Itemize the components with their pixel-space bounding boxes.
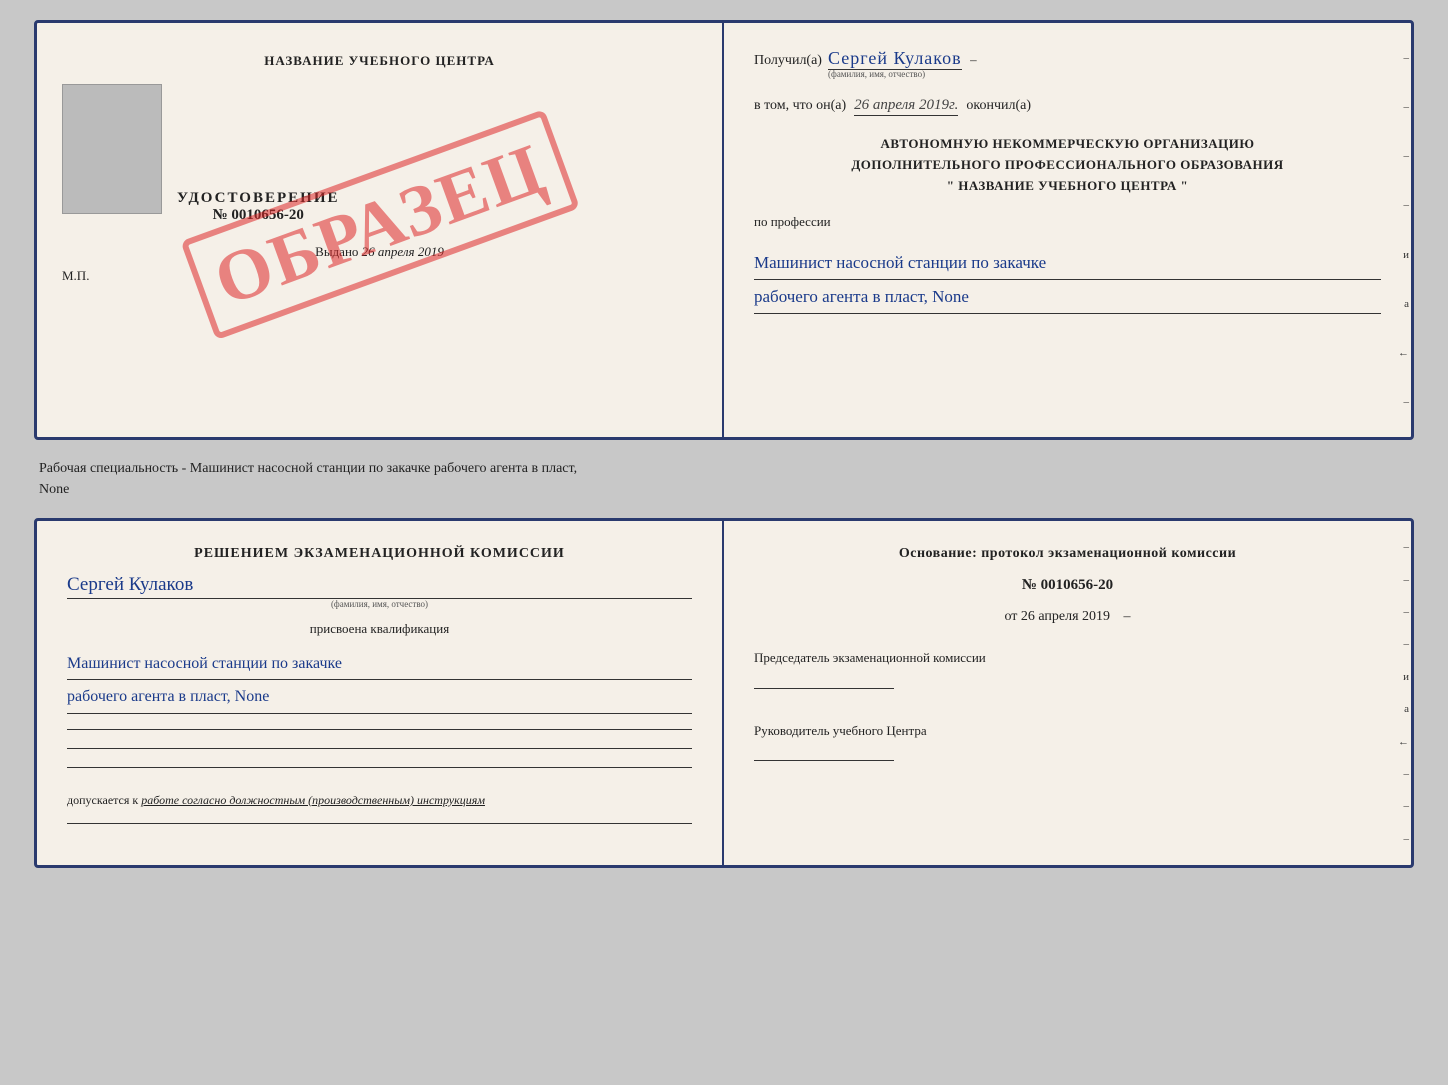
cert-right-panel: Получил(а) Сергей Кулаков – (фамилия, им…: [724, 23, 1411, 437]
vtom-label: в том, что он(а): [754, 98, 846, 114]
bot-profession-line2: рабочего агента в пласт, None: [67, 682, 692, 713]
profession-line2-top: рабочего агента в пласт, None: [754, 282, 1381, 314]
ot-date: от 26 апреля 2019 –: [754, 609, 1381, 625]
predsedatel-block: Председатель экзаменационной комиссии: [754, 648, 1381, 696]
profession-line1-top: Машинист насосной станции по закачке: [754, 248, 1381, 280]
bot-line4: [67, 823, 692, 824]
bot-recipient-name: Сергей Кулаков: [67, 574, 692, 599]
vtom-row: в том, что он(а) 26 апреля 2019г. окончи…: [754, 97, 1381, 116]
familiya-hint-top: (фамилия, имя, отчество): [828, 69, 1381, 79]
po-professii-label: по профессии: [754, 214, 1381, 230]
protocol-number: № 0010656-20: [754, 577, 1381, 594]
middle-text-content: Рабочая специальность - Машинист насосно…: [39, 461, 577, 497]
cert-left-panel: НАЗВАНИЕ УЧЕБНОГО ЦЕНТРА УДОСТОВЕРЕНИЕ №…: [37, 23, 724, 437]
profession-lines-bot: Машинист насосной станции по закачке раб…: [67, 649, 692, 714]
rukovoditel-signature-line: [754, 760, 894, 761]
resheniem-title: Решением экзаменационной комиссии: [67, 546, 692, 562]
vtom-date: 26 апреля 2019г.: [854, 97, 958, 116]
bot-dash-right: –: [1124, 609, 1131, 624]
rukovoditel-label: Руководитель учебного Центра: [754, 721, 1381, 742]
poluchil-row: Получил(а) Сергей Кулаков – (фамилия, им…: [754, 48, 1381, 79]
prisvoena-text: присвоена квалификация: [67, 621, 692, 637]
avt-title1: АВТОНОМНУЮ НЕКОММЕРЧЕСКУЮ ОРГАНИЗАЦИЮ: [754, 134, 1381, 155]
bot-line3: [67, 767, 692, 768]
bot-familiya-hint: (фамилия, имя, отчество): [67, 599, 692, 609]
right-margin-lines: – – – – и а ← –: [1391, 23, 1411, 437]
bot-date: 26 апреля 2019: [1021, 609, 1110, 624]
ot-label: от: [1004, 609, 1017, 624]
okonchil-label: окончил(а): [966, 98, 1031, 114]
right-bot-margin: – – – – и а ← – – –: [1391, 521, 1411, 865]
rukovoditel-block: Руководитель учебного Центра: [754, 721, 1381, 769]
bot-left-panel: Решением экзаменационной комиссии Сергей…: [37, 521, 724, 865]
certificate-bottom: Решением экзаменационной комиссии Сергей…: [34, 518, 1414, 868]
udostoverenie-number: № 0010656-20: [177, 207, 340, 224]
predsedatel-label: Председатель экзаменационной комиссии: [754, 648, 1381, 669]
dopuskaetsya-label: допускается к: [67, 793, 138, 807]
bot-line2: [67, 748, 692, 749]
certificate-top: НАЗВАНИЕ УЧЕБНОГО ЦЕНТРА УДОСТОВЕРЕНИЕ №…: [34, 20, 1414, 440]
vydano-row: Выдано 26 апреля 2019: [315, 244, 444, 260]
bot-name-block: Сергей Кулаков (фамилия, имя, отчество): [67, 574, 692, 609]
predsedatel-signature-line: [754, 688, 894, 689]
avt-block: АВТОНОМНУЮ НЕКОММЕРЧЕСКУЮ ОРГАНИЗАЦИЮ ДО…: [754, 134, 1381, 196]
cert-school-title: НАЗВАНИЕ УЧЕБНОГО ЦЕНТРА: [264, 53, 495, 69]
profession-lines-top: Машинист насосной станции по закачке раб…: [754, 248, 1381, 313]
dash-right-1: –: [970, 52, 977, 67]
osnovanie-title: Основание: протокол экзаменационной коми…: [754, 546, 1381, 562]
vydano-date: 26 апреля 2019: [362, 244, 444, 259]
dopuskaetsya-val: работе согласно должностным (производств…: [141, 793, 485, 807]
bot-line1: [67, 729, 692, 730]
bot-profession-line1: Машинист насосной станции по закачке: [67, 649, 692, 680]
udostoverenie-block: УДОСТОВЕРЕНИЕ № 0010656-20: [177, 190, 340, 224]
poluchil-label: Получил(а): [754, 53, 822, 69]
vydano-label: Выдано: [315, 244, 358, 259]
recipient-name: Сергей Кулаков: [828, 48, 962, 70]
middle-text: Рабочая специальность - Машинист насосно…: [34, 450, 1414, 508]
avt-school-name: " НАЗВАНИЕ УЧЕБНОГО ЦЕНТРА ": [754, 176, 1381, 197]
mp-label: М.П.: [62, 268, 89, 284]
dopuskaetsya-text: допускается к работе согласно должностны…: [67, 793, 692, 808]
avt-title2: ДОПОЛНИТЕЛЬНОГО ПРОФЕССИОНАЛЬНОГО ОБРАЗО…: [754, 155, 1381, 176]
photo-placeholder: [62, 84, 162, 214]
bot-right-panel: Основание: протокол экзаменационной коми…: [724, 521, 1411, 865]
udostoverenie-title: УДОСТОВЕРЕНИЕ: [177, 190, 340, 207]
